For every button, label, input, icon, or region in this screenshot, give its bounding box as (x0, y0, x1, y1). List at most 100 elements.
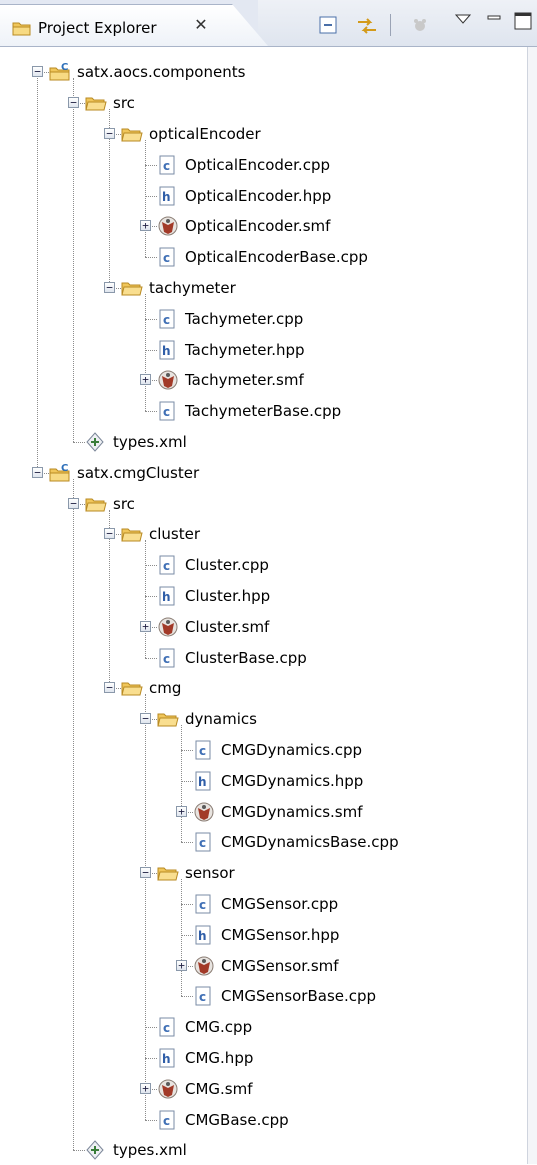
tree-item-cmg-cpp[interactable]: c CMG.cpp (0, 1012, 520, 1042)
tree-item-label: src (113, 94, 135, 113)
cpp-file-icon: c (157, 1017, 177, 1037)
cpp-file-icon: c (193, 740, 213, 760)
tree-item-src[interactable]: − src (0, 489, 520, 519)
svg-text:h: h (198, 775, 207, 789)
filter-icon[interactable] (410, 16, 430, 38)
folder-icon (121, 524, 143, 544)
collapse-icon[interactable]: − (104, 528, 115, 540)
collapse-icon[interactable]: − (104, 682, 115, 694)
header-file-icon: h (193, 925, 213, 945)
tab-title: Project Explorer (38, 19, 157, 37)
header-file-icon: h (157, 586, 177, 606)
collapse-all-icon[interactable] (318, 16, 338, 38)
tree-item-label: Tachymeter.cpp (185, 309, 304, 328)
tree-item-clusterbase-cpp[interactable]: c ClusterBase.cpp (0, 643, 520, 673)
svg-text:c: c (163, 405, 170, 419)
project-tree[interactable]: − Csatx.aocs.components − src − opticalEnc… (0, 47, 527, 1164)
xml-file-icon (85, 432, 105, 452)
header-file-icon: h (157, 1048, 177, 1068)
tree-item-cmgbase-cpp[interactable]: c CMGBase.cpp (0, 1105, 520, 1135)
tree-item-label: sensor (185, 864, 235, 883)
collapse-icon[interactable]: − (68, 97, 79, 109)
toolbar-separator (390, 14, 391, 36)
project-icon: C (49, 62, 70, 82)
folder-icon (121, 278, 143, 298)
tree-item-label: OpticalEncoder.cpp (185, 155, 330, 174)
tree-item-cmgdynamics-hpp[interactable]: h CMGDynamics.hpp (0, 766, 520, 796)
collapse-icon[interactable]: − (140, 867, 151, 879)
tree-item-label: Tachymeter.smf (185, 371, 304, 390)
tree-item-cmgdynamics-smf[interactable]: + CMGDynamics.smf (0, 797, 520, 827)
tree-item-satx-aocs-components[interactable]: − Csatx.aocs.components (0, 57, 520, 87)
collapse-icon[interactable]: − (104, 282, 115, 293)
tree-item-label: CMGDynamicsBase.cpp (221, 833, 399, 852)
collapse-icon[interactable]: − (68, 497, 79, 509)
tree-item-tachymeter-hpp[interactable]: h Tachymeter.hpp (0, 335, 520, 365)
svg-text:c: c (199, 990, 206, 1004)
close-icon[interactable]: ✕ (192, 16, 210, 34)
tree-item-opticalencoder[interactable]: − opticalEncoder (0, 119, 520, 149)
collapse-icon[interactable]: − (32, 66, 43, 78)
state-machine-file-icon (157, 617, 178, 637)
tree-item-label: OpticalEncoder.hpp (185, 186, 332, 205)
tree-item-dynamics[interactable]: − dynamics (0, 704, 520, 734)
expand-icon[interactable]: + (140, 220, 151, 232)
tree-item-label: CMGSensor.hpp (221, 925, 340, 944)
tree-item-cmgsensorbase-cpp[interactable]: c CMGSensorBase.cpp (0, 981, 520, 1011)
state-machine-file-icon (157, 370, 178, 390)
tree-item-cmgdynamicsbase-cpp[interactable]: c CMGDynamicsBase.cpp (0, 827, 520, 857)
cpp-file-icon: c (193, 894, 213, 914)
tree-item-label: satx.cmgCluster (77, 463, 200, 482)
tree-item-tachymeter-cpp[interactable]: c Tachymeter.cpp (0, 304, 520, 334)
svg-text:c: c (163, 313, 170, 327)
collapse-icon[interactable]: − (104, 128, 115, 139)
cpp-file-icon: c (193, 832, 213, 852)
tree-item-opticalencoderbase-cpp[interactable]: c OpticalEncoderBase.cpp (0, 242, 520, 272)
tree-item-cluster-cpp[interactable]: c Cluster.cpp (0, 550, 520, 580)
svg-text:c: c (163, 559, 170, 573)
svg-text:C: C (61, 62, 68, 73)
maximize-icon[interactable] (513, 10, 535, 36)
tree-item-label: Cluster.hpp (185, 587, 271, 605)
tree-item-tachymeter[interactable]: − tachymeter (0, 273, 520, 303)
collapse-icon[interactable]: − (32, 466, 43, 478)
tree-item-tachymeter-smf[interactable]: + Tachymeter.smf (0, 365, 520, 395)
tree-item-label: cmg (149, 679, 182, 698)
tab-project-explorer[interactable]: Project Explorer ✕ (0, 4, 268, 46)
tree-item-opticalencoder-cpp[interactable]: c OpticalEncoder.cpp (0, 150, 520, 180)
cpp-file-icon: c (157, 648, 177, 668)
minimize-icon[interactable] (486, 11, 502, 29)
tree-item-cluster-smf[interactable]: + Cluster.smf (0, 612, 520, 642)
tree-item-sensor[interactable]: − sensor (0, 858, 520, 888)
tree-item-tachymeterbase-cpp[interactable]: c TachymeterBase.cpp (0, 396, 520, 426)
tree-item-cluster[interactable]: − cluster (0, 519, 520, 549)
expand-icon[interactable]: + (176, 959, 187, 971)
tree-item-satx-cmgcluster[interactable]: − Csatx.cmgCluster (0, 458, 520, 488)
folder-icon (121, 678, 143, 698)
collapse-icon[interactable]: − (140, 713, 151, 725)
tree-item-cmgsensor-hpp[interactable]: h CMGSensor.hpp (0, 920, 520, 950)
tree-item-types-xml[interactable]: types.xml (0, 427, 520, 457)
tree-item-cmg[interactable]: − cmg (0, 673, 520, 703)
tree-item-cmgdynamics-cpp[interactable]: c CMGDynamics.cpp (0, 735, 520, 765)
tree-item-cmg-smf[interactable]: + CMG.smf (0, 1074, 520, 1104)
expand-icon[interactable]: + (140, 374, 151, 386)
view-menu-icon[interactable] (454, 12, 472, 30)
tree-item-src[interactable]: − src (0, 88, 520, 118)
tree-item-cmgsensor-smf[interactable]: + CMGSensor.smf (0, 951, 520, 981)
tree-item-label: CMGSensor.smf (221, 956, 339, 975)
tree-item-cmg-hpp[interactable]: h CMG.hpp (0, 1043, 520, 1073)
tree-item-cluster-hpp[interactable]: h Cluster.hpp (0, 581, 520, 611)
expand-icon[interactable]: + (140, 1082, 151, 1094)
svg-text:c: c (163, 1021, 170, 1035)
tree-item-types-xml[interactable]: types.xml (0, 1135, 520, 1165)
svg-text:h: h (162, 590, 171, 604)
link-with-editor-icon[interactable] (356, 16, 378, 40)
tree-item-label: types.xml (113, 433, 187, 451)
tree-item-cmgsensor-cpp[interactable]: c CMGSensor.cpp (0, 889, 520, 919)
tree-item-label: CMG.cpp (185, 1018, 253, 1037)
tree-item-opticalencoder-smf[interactable]: + OpticalEncoder.smf (0, 211, 520, 241)
expand-icon[interactable]: + (176, 805, 187, 817)
expand-icon[interactable]: + (140, 620, 151, 632)
tree-item-opticalencoder-hpp[interactable]: h OpticalEncoder.hpp (0, 181, 520, 211)
